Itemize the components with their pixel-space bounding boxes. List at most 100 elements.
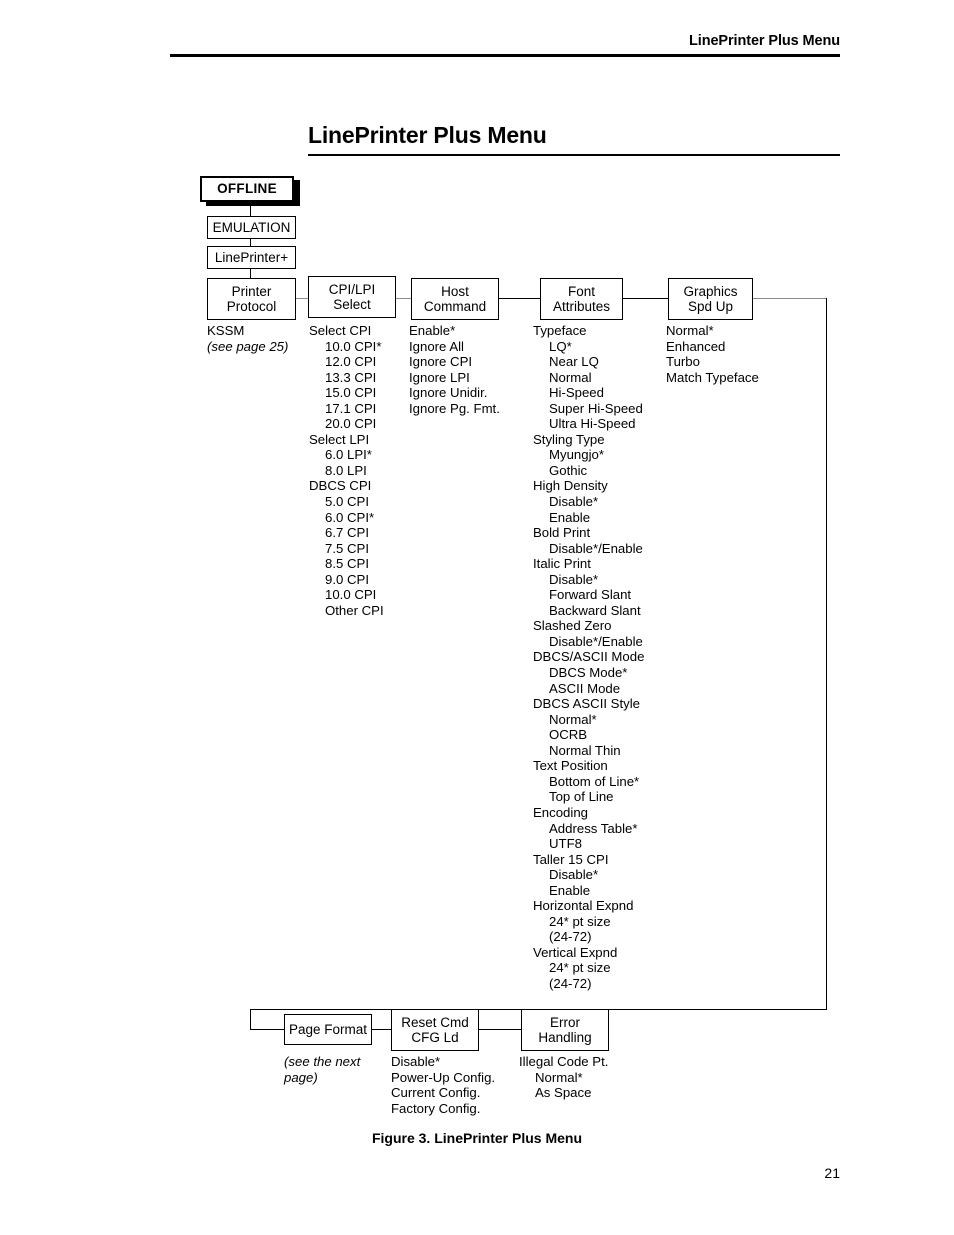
menu-option[interactable]: 24* pt size — [533, 914, 644, 930]
menu-option[interactable]: Encoding — [533, 805, 644, 821]
menu-option[interactable]: 24* pt size — [533, 960, 644, 976]
menu-option[interactable]: Factory Config. — [391, 1101, 495, 1117]
menu-option[interactable]: 15.0 CPI — [309, 385, 384, 401]
menu-option[interactable]: DBCS CPI — [309, 478, 384, 494]
menu-option[interactable]: Select CPI — [309, 323, 384, 339]
menu-option[interactable]: 6.0 LPI* — [309, 447, 384, 463]
menu-option[interactable]: Vertical Expnd — [533, 945, 644, 961]
menu-option[interactable]: Super Hi-Speed — [533, 401, 644, 417]
menu-option[interactable]: 6.0 CPI* — [309, 510, 384, 526]
menu-option[interactable]: Disable* — [391, 1054, 495, 1070]
menu-option[interactable]: Forward Slant — [533, 587, 644, 603]
cpi-lpi-select-box[interactable]: CPI/LPI Select — [308, 276, 396, 318]
menu-option[interactable]: Ignore All — [409, 339, 500, 355]
menu-option[interactable]: Address Table* — [533, 821, 644, 837]
menu-option[interactable]: Ignore Pg. Fmt. — [409, 401, 500, 417]
menu-option[interactable]: Enable — [533, 883, 644, 899]
menu-option[interactable]: Bottom of Line* — [533, 774, 644, 790]
menu-option[interactable]: (24-72) — [533, 929, 644, 945]
menu-option[interactable]: Disable*/Enable — [533, 634, 644, 650]
menu-option[interactable]: Illegal Code Pt. — [519, 1054, 608, 1070]
menu-option[interactable]: 20.0 CPI — [309, 416, 384, 432]
menu-option[interactable]: Horizontal Expnd — [533, 898, 644, 914]
menu-option[interactable]: Slashed Zero — [533, 618, 644, 634]
page-format-box[interactable]: Page Format — [284, 1014, 372, 1045]
graphics-spd-up-options: Normal* Enhanced Turbo Match Typeface — [666, 323, 759, 385]
menu-option[interactable]: Disable*/Enable — [533, 541, 644, 557]
menu-option[interactable]: Myungjo* — [533, 447, 644, 463]
menu-option[interactable]: Italic Print — [533, 556, 644, 572]
menu-option[interactable]: Disable* — [533, 494, 644, 510]
menu-option[interactable]: Normal — [533, 370, 644, 386]
menu-option[interactable]: Normal* — [533, 712, 644, 728]
menu-option[interactable]: Bold Print — [533, 525, 644, 541]
menu-option[interactable]: Typeface — [533, 323, 644, 339]
menu-option[interactable]: 8.5 CPI — [309, 556, 384, 572]
menu-option[interactable]: 13.3 CPI — [309, 370, 384, 386]
menu-option[interactable]: LQ* — [533, 339, 644, 355]
menu-option[interactable]: DBCS Mode* — [533, 665, 644, 681]
menu-option[interactable]: Disable* — [533, 572, 644, 588]
emulation-box[interactable]: EMULATION — [207, 216, 296, 239]
menu-option[interactable]: Ignore Unidir. — [409, 385, 500, 401]
menu-option[interactable]: Ignore LPI — [409, 370, 500, 386]
error-handling-line1: Error — [550, 1014, 580, 1030]
menu-option[interactable]: Match Typeface — [666, 370, 759, 386]
menu-option[interactable]: Gothic — [533, 463, 644, 479]
menu-option[interactable]: Turbo — [666, 354, 759, 370]
menu-option[interactable]: Backward Slant — [533, 603, 644, 619]
menu-option[interactable]: Hi-Speed — [533, 385, 644, 401]
menu-option[interactable]: 10.0 CPI* — [309, 339, 384, 355]
menu-option[interactable]: OCRB — [533, 727, 644, 743]
menu-option[interactable]: 17.1 CPI — [309, 401, 384, 417]
menu-option[interactable]: Normal Thin — [533, 743, 644, 759]
menu-option[interactable]: Power-Up Config. — [391, 1070, 495, 1086]
connector-cpilpi-hostcommand — [396, 298, 411, 300]
menu-option[interactable]: Ultra Hi-Speed — [533, 416, 644, 432]
menu-option[interactable]: Taller 15 CPI — [533, 852, 644, 868]
offline-box-label: OFFLINE — [217, 181, 277, 197]
menu-option[interactable]: 8.0 LPI — [309, 463, 384, 479]
menu-option[interactable]: Top of Line — [533, 789, 644, 805]
menu-option[interactable]: DBCS ASCII Style — [533, 696, 644, 712]
menu-option[interactable]: Disable* — [533, 867, 644, 883]
printer-protocol-box[interactable]: Printer Protocol — [207, 278, 296, 320]
menu-option[interactable]: ASCII Mode — [533, 681, 644, 697]
lineprinter-box[interactable]: LinePrinter+ — [207, 246, 296, 269]
menu-option[interactable]: 6.7 CPI — [309, 525, 384, 541]
font-attributes-box[interactable]: Font Attributes — [540, 278, 623, 320]
menu-option[interactable]: KSSM — [207, 323, 288, 339]
menu-option[interactable]: 12.0 CPI — [309, 354, 384, 370]
menu-option[interactable]: UTF8 — [533, 836, 644, 852]
menu-option[interactable]: (see page 25) — [207, 339, 288, 355]
menu-option[interactable]: Enable* — [409, 323, 500, 339]
menu-option[interactable]: Other CPI — [309, 603, 384, 619]
error-handling-box[interactable]: Error Handling — [521, 1009, 609, 1051]
menu-option[interactable]: Ignore CPI — [409, 354, 500, 370]
menu-option[interactable]: Select LPI — [309, 432, 384, 448]
menu-option[interactable]: 9.0 CPI — [309, 572, 384, 588]
menu-option[interactable]: (24-72) — [533, 976, 644, 992]
menu-option[interactable]: 5.0 CPI — [309, 494, 384, 510]
menu-option[interactable]: Styling Type — [533, 432, 644, 448]
connector-graphics-wrap-top — [753, 298, 827, 300]
menu-option[interactable]: Enhanced — [666, 339, 759, 355]
menu-option[interactable]: DBCS/ASCII Mode — [533, 649, 644, 665]
menu-option[interactable]: Text Position — [533, 758, 644, 774]
graphics-spd-up-box[interactable]: Graphics Spd Up — [668, 278, 753, 320]
menu-option[interactable]: Current Config. — [391, 1085, 495, 1101]
menu-option[interactable]: Near LQ — [533, 354, 644, 370]
connector-printerprotocol-cpilpi — [296, 298, 308, 300]
menu-option[interactable]: High Density — [533, 478, 644, 494]
menu-option[interactable]: Normal* — [519, 1070, 608, 1086]
offline-box[interactable]: OFFLINE — [200, 176, 294, 202]
menu-option[interactable]: 7.5 CPI — [309, 541, 384, 557]
menu-option[interactable]: (see the next page) — [284, 1054, 388, 1085]
font-attributes-options: Typeface LQ* Near LQ Normal Hi-Speed Super Hi… — [533, 323, 644, 992]
menu-option[interactable]: As Space — [519, 1085, 608, 1101]
menu-option[interactable]: Enable — [533, 510, 644, 526]
menu-option[interactable]: 10.0 CPI — [309, 587, 384, 603]
host-command-box[interactable]: Host Command — [411, 278, 499, 320]
menu-option[interactable]: Normal* — [666, 323, 759, 339]
reset-cmd-cfg-ld-box[interactable]: Reset Cmd CFG Ld — [391, 1009, 479, 1051]
